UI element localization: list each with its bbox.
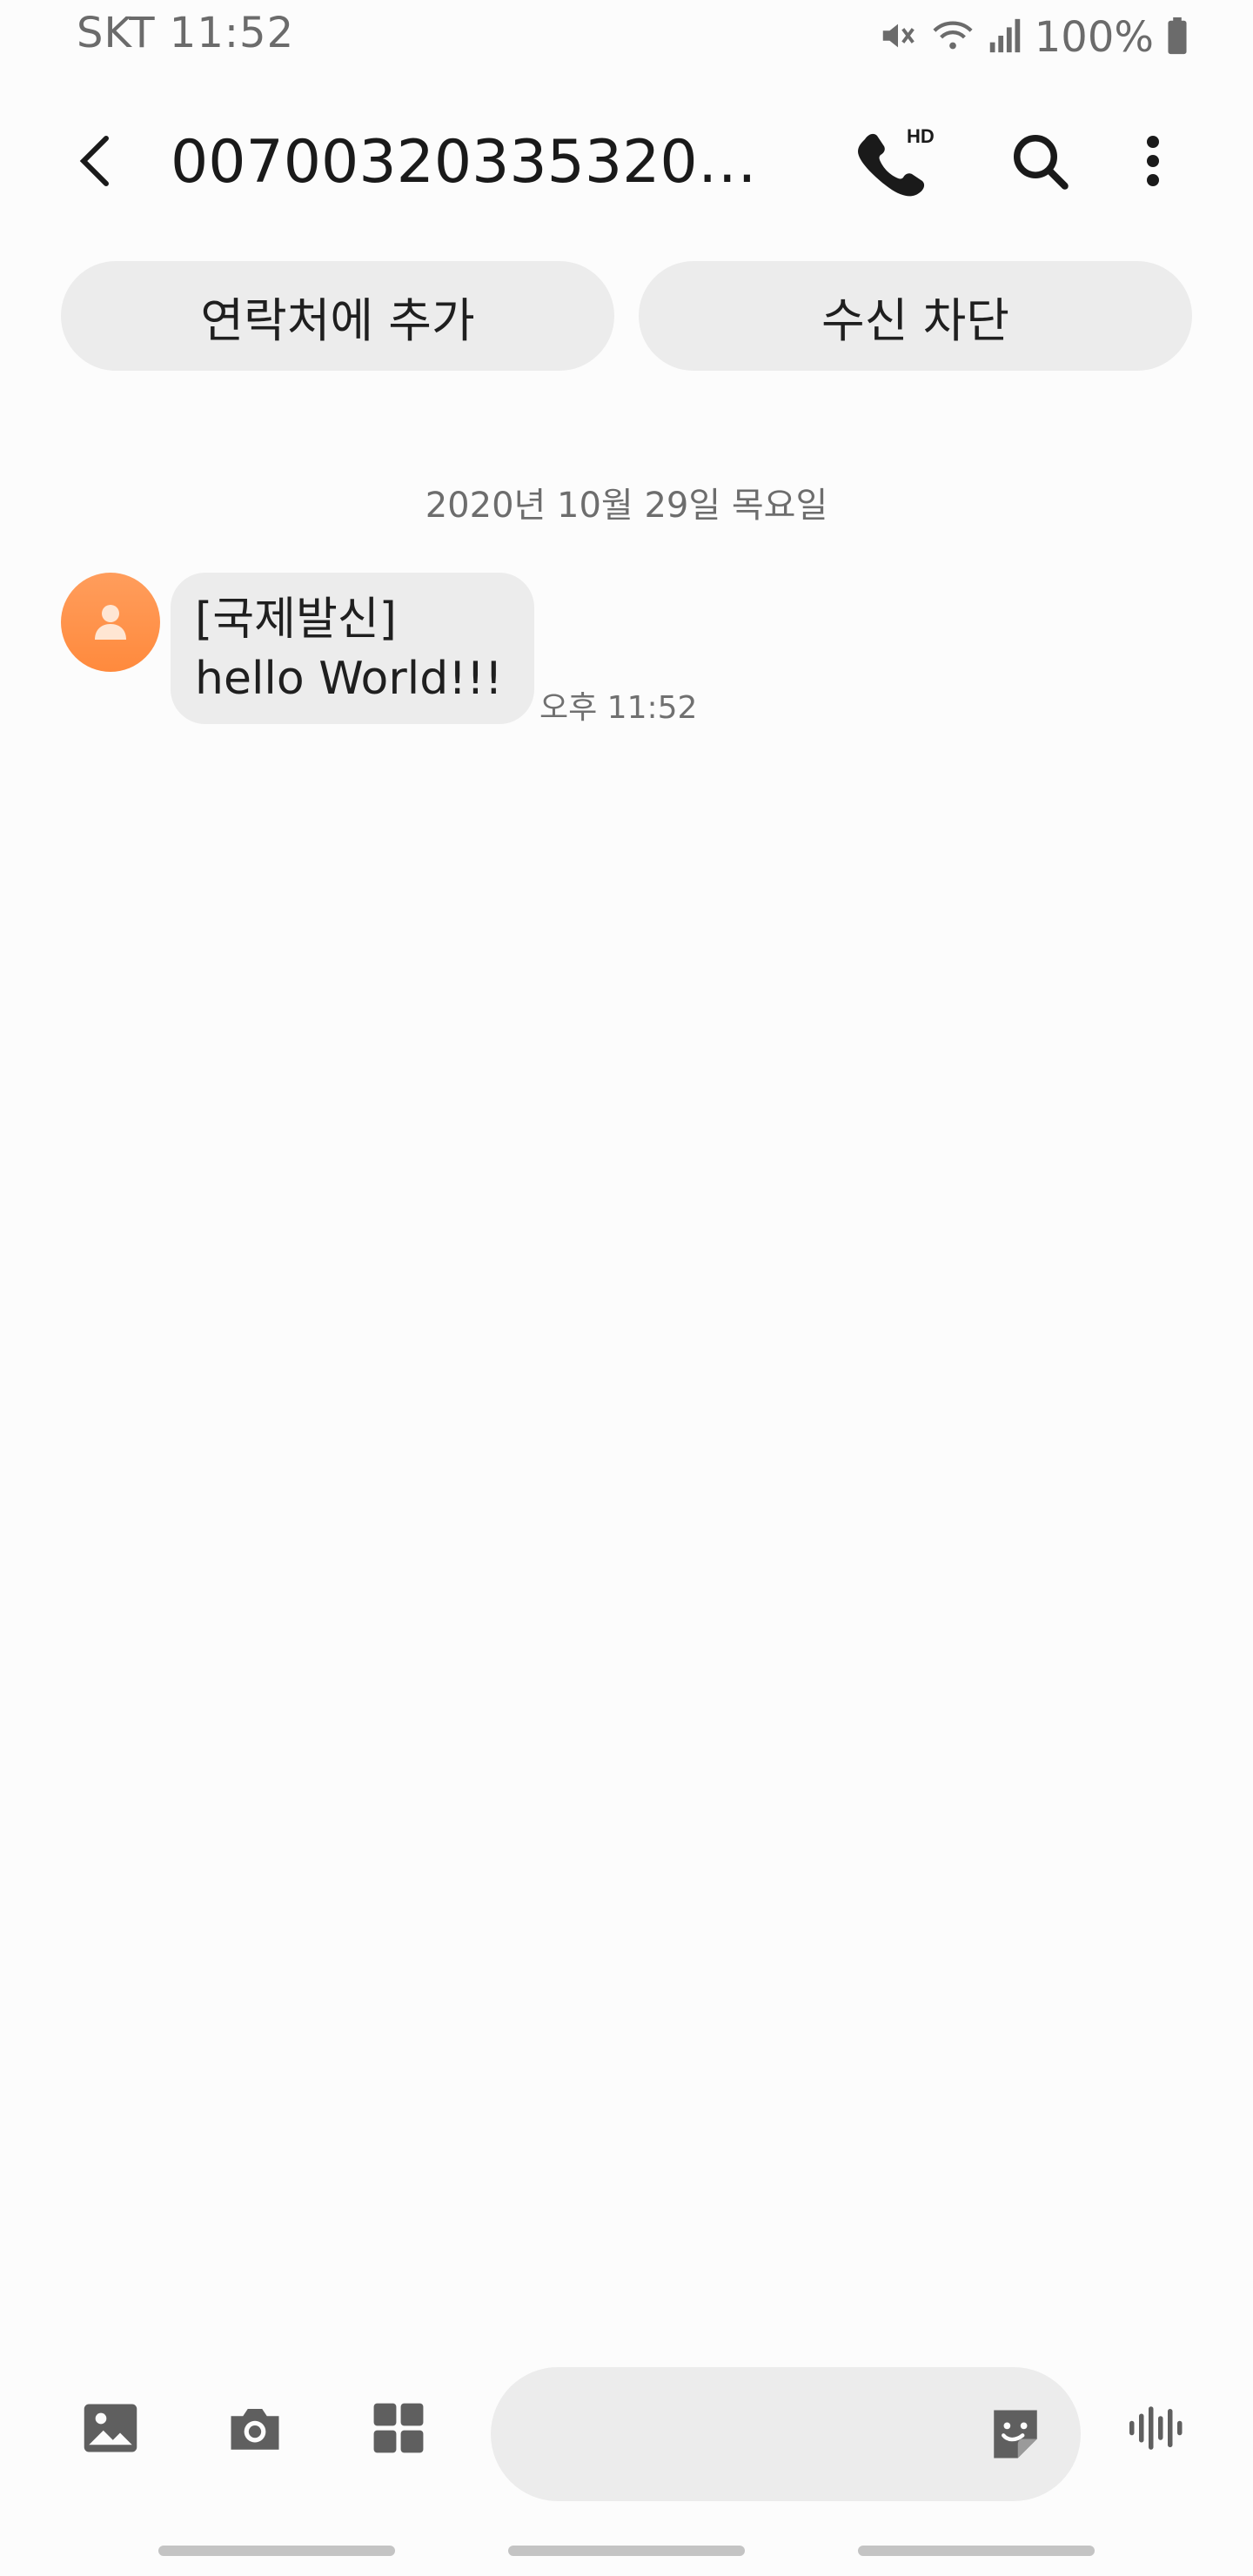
conversation-header: 007003203353200... HD — [0, 113, 1253, 209]
avatar[interactable] — [61, 573, 160, 672]
nav-back-handle[interactable] — [858, 2546, 1095, 2556]
back-button[interactable] — [61, 126, 131, 196]
more-options-button[interactable] — [1122, 122, 1183, 200]
sticker-icon — [994, 2410, 1037, 2459]
message-line-1: [국제발신] — [195, 594, 397, 646]
hd-call-icon: HD — [858, 125, 935, 197]
apps-button[interactable] — [359, 2389, 438, 2467]
status-icons: 100% — [878, 7, 1189, 68]
camera-button[interactable] — [216, 2389, 294, 2467]
message-timestamp: 오후 11:52 — [539, 690, 698, 726]
search-icon — [1014, 135, 1069, 190]
gallery-button[interactable] — [71, 2389, 150, 2467]
status-bar: SKT 11:52 100% — [0, 0, 1253, 77]
carrier-time: SKT 11:52 — [77, 9, 295, 57]
nav-home-handle[interactable] — [508, 2546, 745, 2556]
add-to-contacts-button[interactable]: 연락처에 추가 — [61, 261, 614, 371]
battery-icon — [1166, 16, 1189, 59]
voice-icon — [1129, 2406, 1183, 2450]
voice-record-button[interactable] — [1119, 2389, 1197, 2467]
hd-call-button[interactable]: HD — [851, 122, 938, 200]
message-input[interactable] — [526, 2367, 982, 2503]
more-icon — [1147, 136, 1159, 186]
mute-icon — [878, 16, 918, 59]
message-line-2: hello World!!! — [195, 653, 503, 705]
nav-recents-handle[interactable] — [158, 2546, 395, 2556]
message-input-container — [491, 2367, 1081, 2503]
gallery-icon — [84, 2404, 137, 2452]
composer-bar — [0, 2350, 1253, 2506]
date-separator: 2020년 10월 29일 목요일 — [425, 486, 828, 526]
signal-icon — [988, 16, 1022, 59]
battery-level: 100% — [1034, 13, 1154, 62]
message-bubble[interactable]: [국제발신] hello World!!! — [171, 573, 534, 724]
svg-text:HD: HD — [907, 125, 935, 147]
conversation-title: 007003203353200... — [171, 128, 762, 197]
camera-icon — [231, 2409, 279, 2450]
sticker-button[interactable] — [976, 2395, 1055, 2473]
person-icon — [95, 605, 126, 640]
wifi-icon — [930, 16, 975, 59]
search-button[interactable] — [1001, 122, 1079, 200]
back-icon — [79, 136, 109, 186]
apps-icon — [373, 2403, 424, 2453]
block-number-button[interactable]: 수신 차단 — [639, 261, 1192, 371]
